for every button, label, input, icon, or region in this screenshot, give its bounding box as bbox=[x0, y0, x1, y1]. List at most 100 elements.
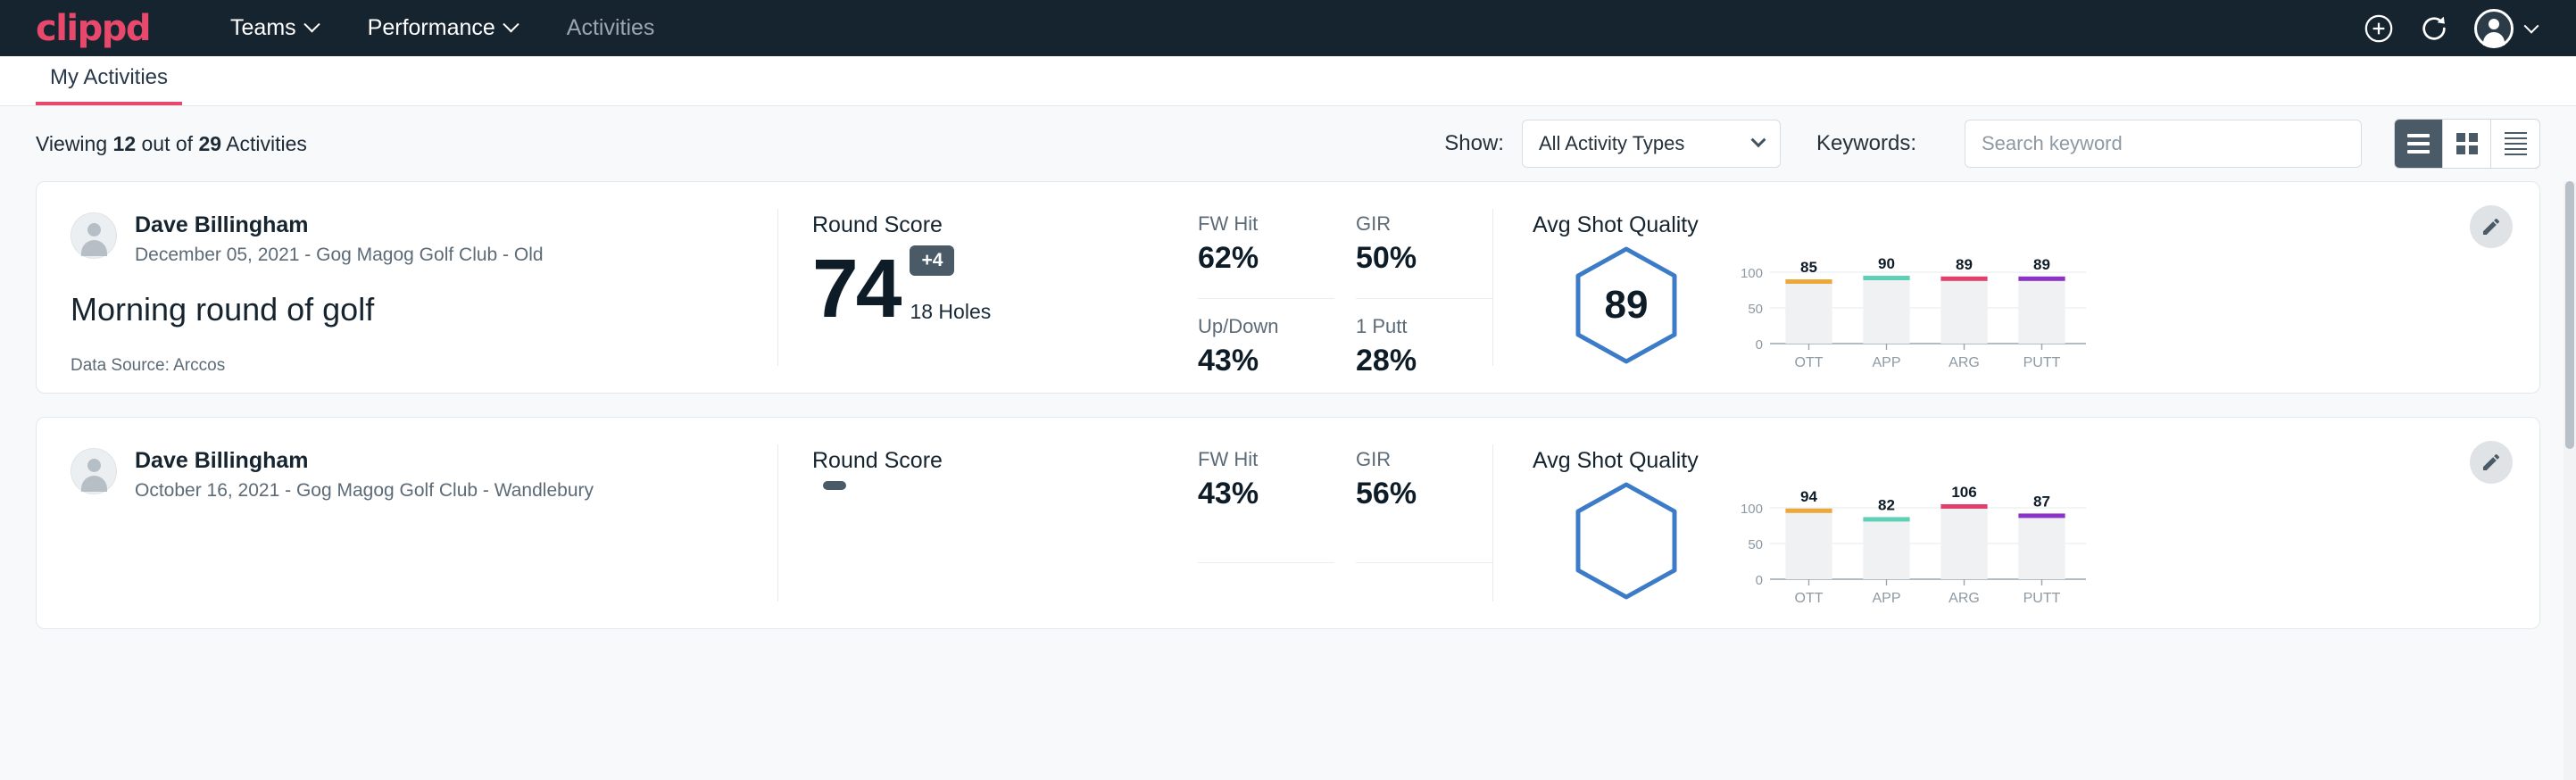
avatar bbox=[2474, 9, 2514, 48]
stat-gir-value: 56% bbox=[1356, 477, 1492, 511]
nav-item-teams[interactable]: Teams bbox=[205, 15, 343, 41]
activity-card-list: Dave Billingham December 05, 2021 - Gog … bbox=[0, 181, 2576, 629]
chevron-down-icon bbox=[2524, 18, 2539, 33]
quality-hexagon bbox=[1572, 481, 1681, 601]
activity-summary: Dave Billingham October 16, 2021 - Gog M… bbox=[37, 418, 777, 628]
scrollbar-thumb[interactable] bbox=[2565, 181, 2574, 449]
viewing-count-text: Viewing 12 out of 29 Activities bbox=[36, 132, 307, 156]
plus-circle-icon[interactable] bbox=[2364, 13, 2394, 44]
tab-my-activities[interactable]: My Activities bbox=[36, 65, 182, 105]
viewing-count: 12 bbox=[113, 132, 137, 155]
stat-gir: GIR 56% bbox=[1356, 448, 1492, 563]
round-score-side: +4 18 Holes bbox=[899, 245, 991, 328]
svg-text:PUTT: PUTT bbox=[2023, 355, 2061, 370]
stat-one-putt bbox=[1356, 579, 1492, 628]
shot-quality-bar-chart: 05010094OTT82APP106ARG87PUTT bbox=[1720, 477, 2539, 614]
view-mode-compact-button[interactable] bbox=[2491, 120, 2539, 168]
avg-shot-quality-block: Avg Shot Quality 05010094OTT82APP106ARG8… bbox=[1493, 418, 2539, 628]
nav-item-teams-label: Teams bbox=[230, 15, 296, 41]
svg-text:50: 50 bbox=[1748, 537, 1763, 552]
account-avatar[interactable] bbox=[2474, 9, 2537, 48]
avg-shot-quality-block: Avg Shot Quality 89 05010085OTT90APP89AR… bbox=[1493, 182, 2539, 393]
activity-date-venue: December 05, 2021 - Gog Magog Golf Club … bbox=[135, 245, 544, 266]
svg-text:82: 82 bbox=[1878, 496, 1895, 513]
edit-activity-button[interactable] bbox=[2470, 441, 2513, 484]
nav-item-activities[interactable]: Activities bbox=[542, 15, 680, 41]
avatar bbox=[71, 212, 117, 259]
svg-text:85: 85 bbox=[1800, 259, 1817, 276]
svg-text:APP: APP bbox=[1872, 591, 1900, 606]
author-name: Dave Billingham bbox=[135, 212, 544, 238]
activity-type-select[interactable]: All Activity Types bbox=[1522, 120, 1781, 168]
filter-controls: Show: All Activity Types Keywords: bbox=[1444, 119, 2540, 169]
show-label: Show: bbox=[1444, 131, 1504, 156]
activity-date-venue: October 16, 2021 - Gog Magog Golf Club -… bbox=[135, 480, 594, 502]
svg-text:PUTT: PUTT bbox=[2023, 591, 2061, 606]
svg-text:100: 100 bbox=[1741, 266, 1763, 281]
chevron-down-icon bbox=[1750, 132, 1766, 147]
stat-fw-hit-value: 43% bbox=[1198, 477, 1334, 511]
stat-fw-hit-label: FW Hit bbox=[1198, 448, 1334, 471]
stat-fw-hit: FW Hit 43% bbox=[1198, 448, 1334, 563]
avg-shot-quality-body: 89 05010085OTT90APP89ARG89PUTT bbox=[1533, 242, 2539, 378]
activity-author: Dave Billingham December 05, 2021 - Gog … bbox=[71, 212, 742, 266]
round-score-row: 74 +4 18 Holes bbox=[812, 245, 1198, 328]
page-scrollbar[interactable] bbox=[2564, 181, 2576, 780]
round-score-block: Round Score 74 +4 18 Holes bbox=[778, 182, 1198, 393]
app-logo[interactable]: clippd bbox=[36, 8, 150, 49]
viewing-mid: out of bbox=[136, 132, 198, 155]
stat-gir-label: GIR bbox=[1356, 448, 1492, 471]
round-score-side bbox=[812, 481, 846, 563]
quality-hexagon-value: 89 bbox=[1605, 283, 1649, 328]
shot-quality-bar-chart: 05010085OTT90APP89ARG89PUTT bbox=[1720, 242, 2539, 378]
round-score-block: Round Score bbox=[778, 418, 1198, 628]
activity-card[interactable]: Dave Billingham December 05, 2021 - Gog … bbox=[36, 181, 2540, 394]
stat-fw-hit-value: 62% bbox=[1198, 241, 1334, 276]
holes-played: 18 Holes bbox=[910, 300, 991, 328]
nav-item-performance[interactable]: Performance bbox=[343, 15, 542, 41]
author-name: Dave Billingham bbox=[135, 448, 594, 474]
viewing-prefix: Viewing bbox=[36, 132, 113, 155]
grid-view-icon bbox=[2456, 133, 2478, 154]
svg-text:100: 100 bbox=[1741, 502, 1763, 517]
activity-type-select-value: All Activity Types bbox=[1539, 132, 1684, 155]
avg-shot-quality-body: 05010094OTT82APP106ARG87PUTT bbox=[1533, 477, 2539, 614]
quality-hexagon: 89 bbox=[1572, 245, 1681, 365]
svg-text:OTT: OTT bbox=[1795, 591, 1824, 606]
refresh-icon[interactable] bbox=[2419, 13, 2449, 44]
view-mode-grid-button[interactable] bbox=[2443, 120, 2491, 168]
top-navigation-bar: clippd Teams Performance Activities bbox=[0, 0, 2576, 56]
stat-up-down-value: 43% bbox=[1198, 344, 1334, 378]
stat-up-down: Up/Down 43% bbox=[1198, 315, 1334, 394]
avg-shot-quality-label: Avg Shot Quality bbox=[1533, 448, 2539, 474]
pencil-icon bbox=[2480, 216, 2502, 237]
pencil-icon bbox=[2480, 452, 2502, 473]
round-stats-grid: FW Hit 43% GIR 56% bbox=[1198, 418, 1492, 628]
stat-one-putt-value: 28% bbox=[1356, 344, 1492, 378]
stat-one-putt: 1 Putt 28% bbox=[1356, 315, 1492, 394]
stat-gir-label: GIR bbox=[1356, 212, 1492, 236]
svg-text:90: 90 bbox=[1878, 255, 1895, 272]
avg-shot-quality-label: Avg Shot Quality bbox=[1533, 212, 2539, 238]
round-stats-grid: FW Hit 62% GIR 50% Up/Down 43% 1 Putt 28… bbox=[1198, 182, 1492, 393]
round-score-label: Round Score bbox=[812, 212, 1198, 238]
data-source-label: Data Source: Arccos bbox=[71, 356, 742, 376]
svg-text:ARG: ARG bbox=[1949, 355, 1980, 370]
svg-text:OTT: OTT bbox=[1795, 355, 1824, 370]
activity-summary: Dave Billingham December 05, 2021 - Gog … bbox=[37, 182, 777, 393]
activity-card[interactable]: Dave Billingham October 16, 2021 - Gog M… bbox=[36, 417, 2540, 629]
holes-played bbox=[823, 560, 846, 563]
view-mode-list-button[interactable] bbox=[2395, 120, 2443, 168]
quality-hexagon-wrap: 89 bbox=[1533, 242, 1720, 365]
edit-activity-button[interactable] bbox=[2470, 205, 2513, 248]
round-score-row bbox=[812, 481, 1198, 563]
svg-text:0: 0 bbox=[1756, 573, 1763, 588]
nav-item-performance-label: Performance bbox=[368, 15, 495, 41]
svg-text:ARG: ARG bbox=[1949, 591, 1980, 606]
compact-view-icon bbox=[2505, 132, 2527, 155]
round-score-label: Round Score bbox=[812, 448, 1198, 474]
round-score-value: 74 bbox=[812, 250, 899, 328]
chevron-down-icon bbox=[303, 16, 320, 32]
stat-one-putt-label: 1 Putt bbox=[1356, 315, 1492, 338]
search-input[interactable] bbox=[1965, 120, 2362, 168]
